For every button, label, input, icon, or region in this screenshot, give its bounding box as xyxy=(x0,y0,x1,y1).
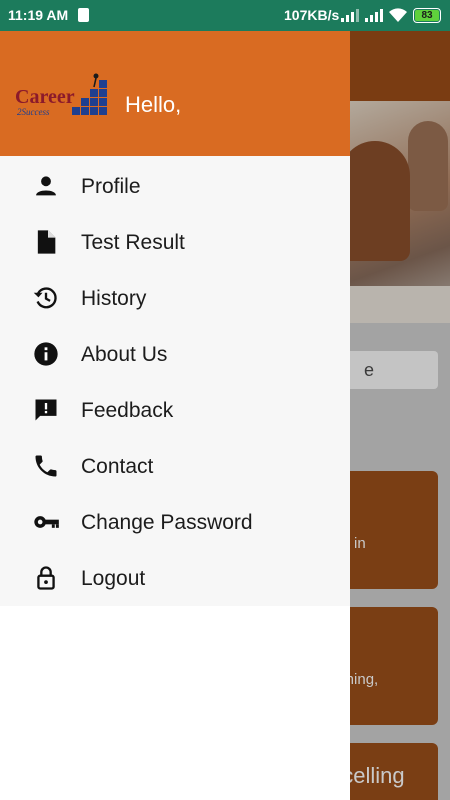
card-title: ncelling xyxy=(350,763,405,788)
wifi-icon xyxy=(389,8,407,22)
status-time: 11:19 AM xyxy=(8,7,69,23)
signal-icon xyxy=(341,9,359,22)
info-icon xyxy=(34,342,58,366)
battery-level: 83 xyxy=(415,10,439,21)
background-search-field: e xyxy=(350,351,438,389)
menu-item-label: Test Result xyxy=(81,231,185,254)
network-speed: 107KB/s xyxy=(284,7,340,23)
background-card: ncelling xyxy=(350,743,438,800)
menu-item-profile[interactable]: Profile xyxy=(0,158,350,214)
document-icon xyxy=(37,230,56,254)
navigation-drawer: Career 2Success Hello, Profile Test Resu… xyxy=(0,31,350,800)
feedback-icon xyxy=(35,399,57,421)
menu-item-label: Profile xyxy=(81,175,141,198)
person-icon xyxy=(36,176,56,196)
background-card: ce in xyxy=(350,471,438,589)
menu-item-label: Change Password xyxy=(81,511,253,534)
signal-icon xyxy=(365,9,383,22)
menu-item-feedback[interactable]: Feedback xyxy=(0,382,350,438)
menu-item-label: Contact xyxy=(81,455,154,478)
menu-item-label: About Us xyxy=(81,343,168,366)
battery-icon: 83 xyxy=(413,8,441,23)
menu-item-label: Feedback xyxy=(81,399,174,422)
card-subtitle: ce in xyxy=(350,535,366,552)
background-toolbar xyxy=(350,31,450,101)
menu-item-change-password[interactable]: Change Password xyxy=(0,494,350,550)
lock-icon xyxy=(37,566,55,590)
menu-item-label: Logout xyxy=(81,567,146,590)
notification-icon xyxy=(78,8,89,22)
drawer-header: Career 2Success Hello, xyxy=(0,31,350,156)
drawer-menu: Profile Test Result History About Us Fee… xyxy=(0,156,350,606)
menu-item-label: History xyxy=(81,287,147,310)
banner-image xyxy=(350,101,450,323)
key-icon xyxy=(34,516,59,528)
menu-item-logout[interactable]: Logout xyxy=(0,550,350,606)
menu-item-test-result[interactable]: Test Result xyxy=(0,214,350,270)
menu-item-history[interactable]: History xyxy=(0,270,350,326)
career2success-logo: Career 2Success xyxy=(15,73,107,117)
card-subtitle: earning, xyxy=(350,671,379,688)
status-bar: 11:19 AM 107KB/s 83 xyxy=(0,0,450,31)
background-app[interactable]: e ce in g earning, ncelling xyxy=(350,31,450,800)
menu-item-about-us[interactable]: About Us xyxy=(0,326,350,382)
background-card: g earning, xyxy=(350,607,438,725)
svg-text:2Success: 2Success xyxy=(17,107,50,117)
history-icon xyxy=(33,287,57,309)
svg-text:Career: Career xyxy=(15,86,75,108)
phone-icon xyxy=(35,455,57,477)
menu-item-contact[interactable]: Contact xyxy=(0,438,350,494)
greeting-text: Hello, xyxy=(125,92,182,117)
